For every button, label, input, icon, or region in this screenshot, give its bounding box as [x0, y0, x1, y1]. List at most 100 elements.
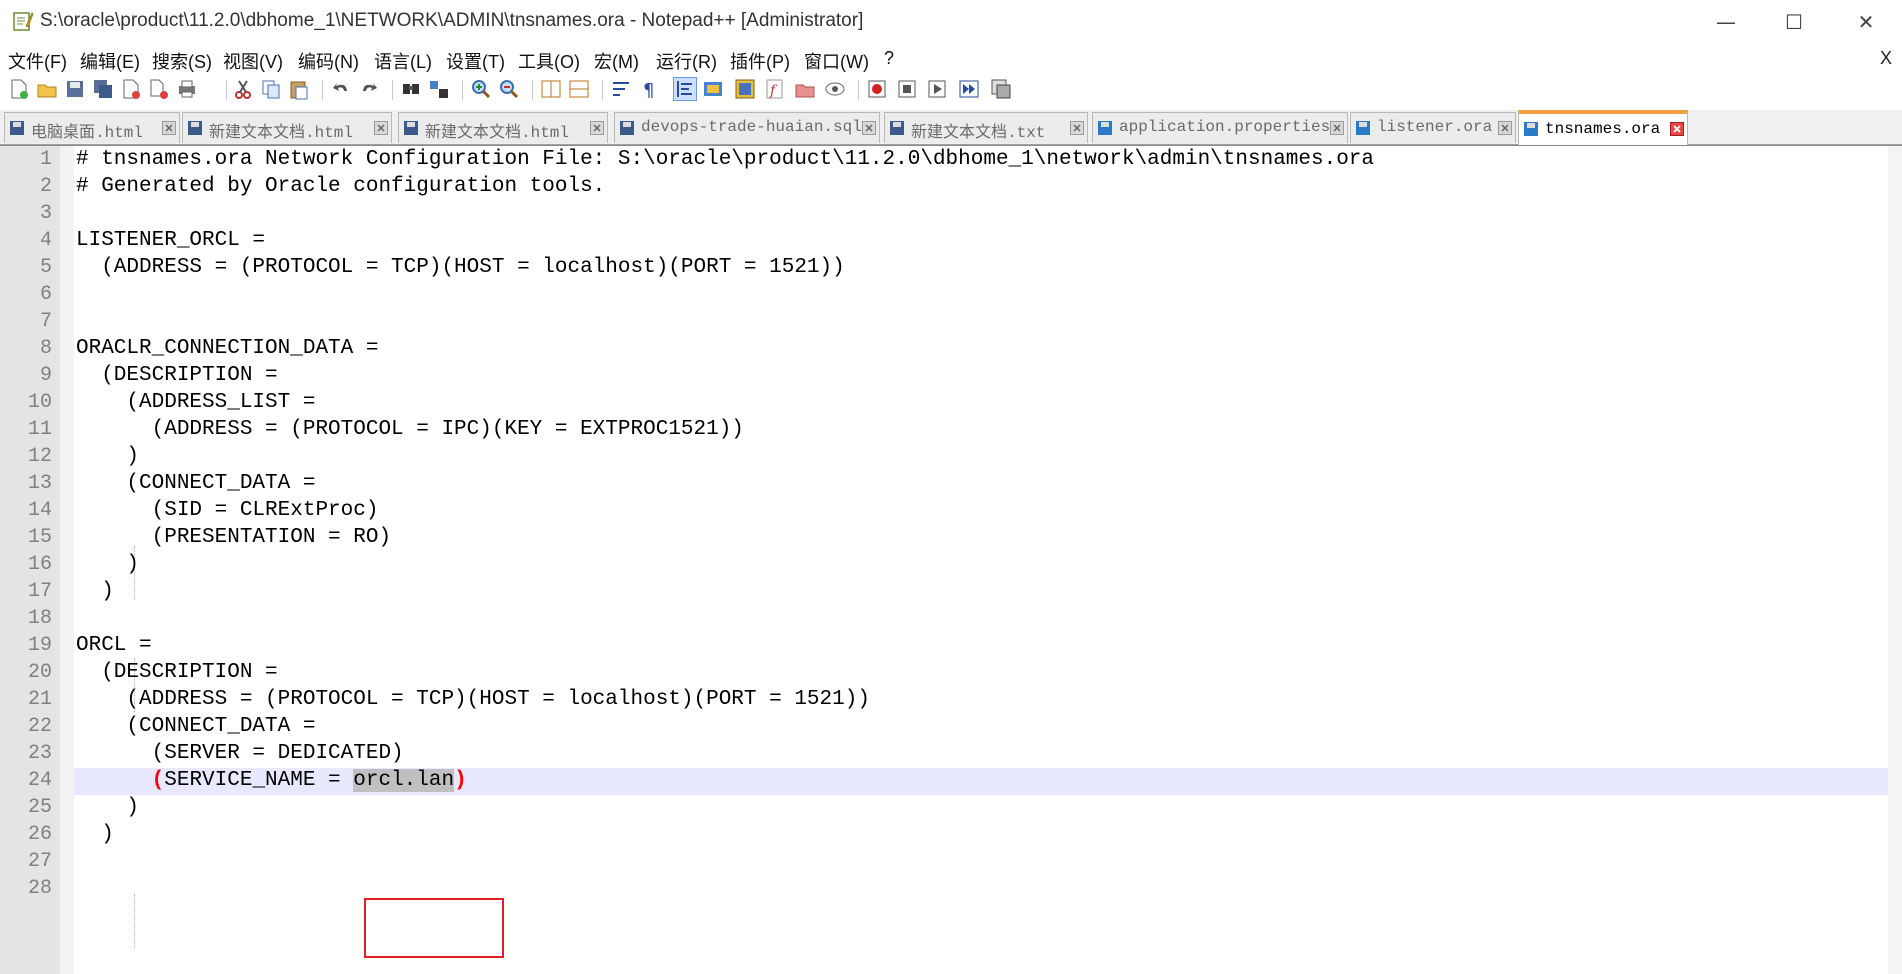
open-file-icon[interactable]: [36, 78, 58, 100]
menu-help[interactable]: ?: [884, 48, 894, 69]
line-number: 20: [27, 661, 52, 684]
line-number: 14: [27, 499, 52, 522]
line-number: 16: [27, 553, 52, 576]
notepadpp-window: S:\oracle\product\11.2.0\dbhome_1\NETWOR…: [0, 0, 1902, 974]
code-line: (SERVICE_NAME = orcl.lan): [76, 769, 467, 792]
tab-tnsnames-ora[interactable]: tnsnames.ora: [1518, 110, 1688, 145]
tab-save-status-icon: [890, 121, 904, 135]
word-wrap-icon[interactable]: [610, 78, 632, 100]
folder-as-workspace-icon[interactable]: [794, 78, 816, 100]
code-text-area[interactable]: # tnsnames.ora Network Configuration Fil…: [74, 146, 1888, 974]
close-window-button[interactable]: ✕: [1830, 0, 1902, 44]
menu-file[interactable]: 文件(F): [8, 48, 67, 74]
code-line: (CONNECT_DATA =: [76, 715, 316, 738]
toolbar-separator: [858, 80, 859, 100]
code-line: ): [76, 553, 140, 576]
line-number: 3: [39, 202, 52, 225]
tab-label: tnsnames.ora: [1545, 120, 1661, 138]
tab-close-icon[interactable]: [374, 121, 388, 135]
line-number: 8: [39, 337, 52, 360]
tab-close-icon[interactable]: [590, 121, 604, 135]
tab-save-status-icon: [10, 121, 24, 135]
maximize-button[interactable]: ☐: [1758, 0, 1830, 44]
user-lang-icon[interactable]: [702, 78, 724, 100]
undo-icon[interactable]: [330, 78, 352, 100]
notepadpp-app-icon: [13, 12, 34, 31]
print-icon[interactable]: [176, 78, 198, 100]
replace-icon[interactable]: [428, 78, 450, 100]
tab-close-icon[interactable]: [1070, 121, 1084, 135]
line-number: 22: [27, 715, 52, 738]
code-line: (SID = CLRExtProc): [76, 499, 379, 522]
line-number: 5: [39, 256, 52, 279]
save-all-icon[interactable]: [92, 78, 114, 100]
line-number: 7: [39, 310, 52, 333]
new-file-icon[interactable]: [8, 78, 30, 100]
tab-devops-sql[interactable]: devops-trade-huaian.sql: [614, 112, 880, 143]
save-icon[interactable]: [64, 78, 86, 100]
function-list-icon[interactable]: f: [764, 78, 786, 100]
code-line: (DESCRIPTION =: [76, 661, 278, 684]
editor-pane[interactable]: 1 2 3 4 5 6 7 8 9 10 11 12 13 14 15 16 17 18 19 20 21 22 23 24 2…: [0, 145, 1902, 974]
tab-application-properties[interactable]: application.properties: [1092, 112, 1348, 143]
menu-settings[interactable]: 设置(T): [446, 48, 505, 74]
show-all-chars-icon[interactable]: ¶: [638, 78, 660, 100]
cut-icon[interactable]: [232, 78, 254, 100]
line-number: 10: [27, 391, 52, 414]
monitoring-icon[interactable]: [824, 78, 846, 100]
tab-new-text-doc-html-1[interactable]: 新建文本文档.html: [182, 112, 392, 143]
tab-save-status-icon: [620, 121, 634, 135]
menu-language[interactable]: 语言(L): [374, 48, 432, 74]
indent-guide-icon[interactable]: [673, 77, 697, 101]
menu-encoding[interactable]: 编码(N): [298, 48, 359, 74]
menu-window[interactable]: 窗口(W): [804, 48, 869, 74]
menu-search[interactable]: 搜索(S): [152, 48, 212, 74]
line-number: 12: [27, 445, 52, 468]
tab-new-text-doc-html-2[interactable]: 新建文本文档.html: [398, 112, 608, 143]
save-macro-icon[interactable]: [990, 78, 1012, 100]
menu-run[interactable]: 运行(R): [656, 48, 717, 74]
menu-tools[interactable]: 工具(O): [518, 48, 580, 74]
tab-desktop-html[interactable]: 电脑桌面.html: [4, 112, 180, 143]
tab-new-text-doc-txt[interactable]: 新建文本文档.txt: [884, 112, 1088, 143]
tab-close-icon[interactable]: [862, 121, 876, 135]
tab-listener-ora[interactable]: listener.ora: [1350, 112, 1516, 143]
run-macro-multiple-icon[interactable]: [958, 78, 980, 100]
close-icon[interactable]: [120, 78, 142, 100]
close-all-icon[interactable]: [148, 78, 170, 100]
tab-save-status-icon: [1356, 121, 1370, 135]
line-number: 24: [27, 769, 52, 792]
zoom-in-icon[interactable]: [470, 78, 492, 100]
tab-close-icon[interactable]: [1670, 122, 1684, 136]
menu-view[interactable]: 视图(V): [223, 48, 283, 74]
copy-icon[interactable]: [260, 78, 282, 100]
close-document-button[interactable]: X: [1880, 48, 1892, 69]
line-number: 11: [27, 418, 52, 441]
minimize-button[interactable]: —: [1690, 0, 1762, 44]
paste-icon[interactable]: [288, 78, 310, 100]
tab-save-status-icon: [1098, 121, 1112, 135]
stop-record-icon[interactable]: [896, 78, 918, 100]
selected-text: orcl.lan: [353, 769, 455, 792]
doc-map-icon[interactable]: [734, 78, 756, 100]
sync-h-icon[interactable]: [568, 78, 590, 100]
code-line: (ADDRESS = (PROTOCOL = IPC)(KEY = EXTPRO…: [76, 418, 744, 441]
redo-icon[interactable]: [358, 78, 380, 100]
play-macro-icon[interactable]: [926, 78, 948, 100]
tab-label: 电脑桌面.html: [31, 124, 144, 142]
tab-close-icon[interactable]: [1330, 121, 1344, 135]
vertical-scrollbar[interactable]: [1888, 146, 1902, 974]
zoom-out-icon[interactable]: [498, 78, 520, 100]
sync-v-icon[interactable]: [540, 78, 562, 100]
tab-close-icon[interactable]: [1498, 121, 1512, 135]
menu-macro[interactable]: 宏(M): [594, 48, 639, 74]
tab-label: 新建文本文档.html: [425, 124, 570, 142]
line-number: 18: [27, 607, 52, 630]
tab-close-icon[interactable]: [162, 121, 176, 135]
find-icon[interactable]: [400, 78, 422, 100]
menu-plugins[interactable]: 插件(P): [730, 48, 790, 74]
code-line: (CONNECT_DATA =: [76, 472, 316, 495]
menu-edit[interactable]: 编辑(E): [80, 48, 140, 74]
record-macro-icon[interactable]: [866, 78, 888, 100]
line-number: 27: [27, 850, 52, 873]
